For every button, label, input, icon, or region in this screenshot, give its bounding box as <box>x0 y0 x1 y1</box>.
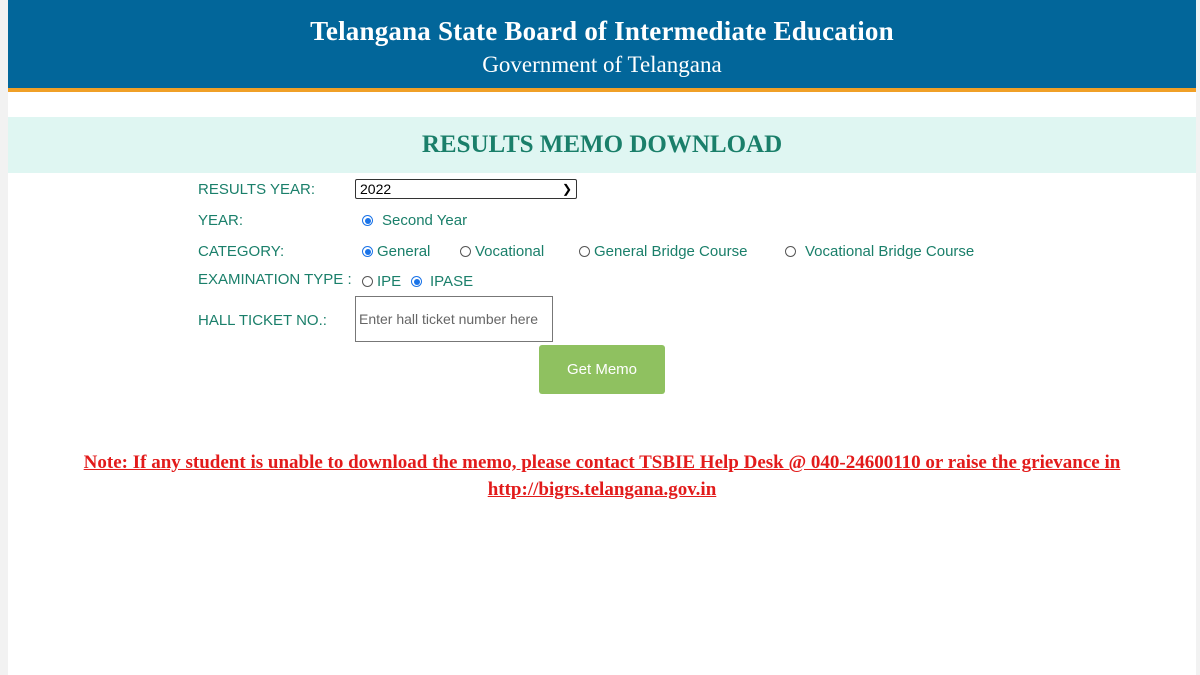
category-option-label: Vocational <box>475 243 545 260</box>
page-title: RESULTS MEMO DOWNLOAD <box>8 117 1196 173</box>
radio-unchecked-icon <box>362 276 373 287</box>
results-year-value: 2022 <box>360 181 392 197</box>
category-label: CATEGORY: <box>198 243 285 260</box>
category-radio-vocational-bridge[interactable]: Vocational Bridge Course <box>785 243 974 260</box>
get-memo-button[interactable]: Get Memo <box>539 345 665 394</box>
radio-unchecked-icon <box>579 246 590 257</box>
help-note: Note: If any student is unable to downlo… <box>8 449 1196 503</box>
radio-unchecked-icon <box>785 246 796 257</box>
radio-checked-icon <box>411 276 422 287</box>
results-year-select[interactable]: 2022 ❯ <box>355 179 577 199</box>
exam-type-option-label: IPE <box>377 273 402 290</box>
grievance-link[interactable]: http://bigrs.telangana.gov.in <box>488 479 717 500</box>
results-year-label: RESULTS YEAR: <box>198 181 315 198</box>
category-radio-general-bridge[interactable]: General Bridge Course <box>579 243 747 260</box>
category-option-label: General <box>377 243 431 260</box>
category-option-label: Vocational Bridge Course <box>805 243 975 260</box>
site-header: Telangana State Board of Intermediate Ed… <box>8 0 1196 92</box>
page: Telangana State Board of Intermediate Ed… <box>8 0 1196 675</box>
chevron-down-icon: ❯ <box>561 182 572 196</box>
year-radio-second-year[interactable]: Second Year <box>362 212 467 229</box>
help-note-text: Note: If any student is unable to downlo… <box>83 452 1121 473</box>
exam-type-label: EXAMINATION TYPE : <box>198 271 352 288</box>
exam-type-option-label: IPASE <box>430 273 474 290</box>
radio-checked-icon <box>362 215 373 226</box>
category-option-label: General Bridge Course <box>594 243 748 260</box>
radio-unchecked-icon <box>460 246 471 257</box>
year-label: YEAR: <box>198 212 244 229</box>
radio-checked-icon <box>362 246 373 257</box>
board-title: Telangana State Board of Intermediate Ed… <box>310 16 894 46</box>
exam-type-radio-ipe[interactable]: IPE <box>362 273 401 290</box>
category-radio-general[interactable]: General <box>362 243 430 260</box>
board-subtitle: Government of Telangana <box>482 52 722 77</box>
year-option-label: Second Year <box>382 212 468 229</box>
exam-type-radio-ipase[interactable]: IPASE <box>411 273 473 290</box>
hall-ticket-input[interactable]: Enter hall ticket number here <box>355 296 553 342</box>
category-radio-vocational[interactable]: Vocational <box>460 243 544 260</box>
hall-ticket-label: HALL TICKET NO.: <box>198 312 327 329</box>
